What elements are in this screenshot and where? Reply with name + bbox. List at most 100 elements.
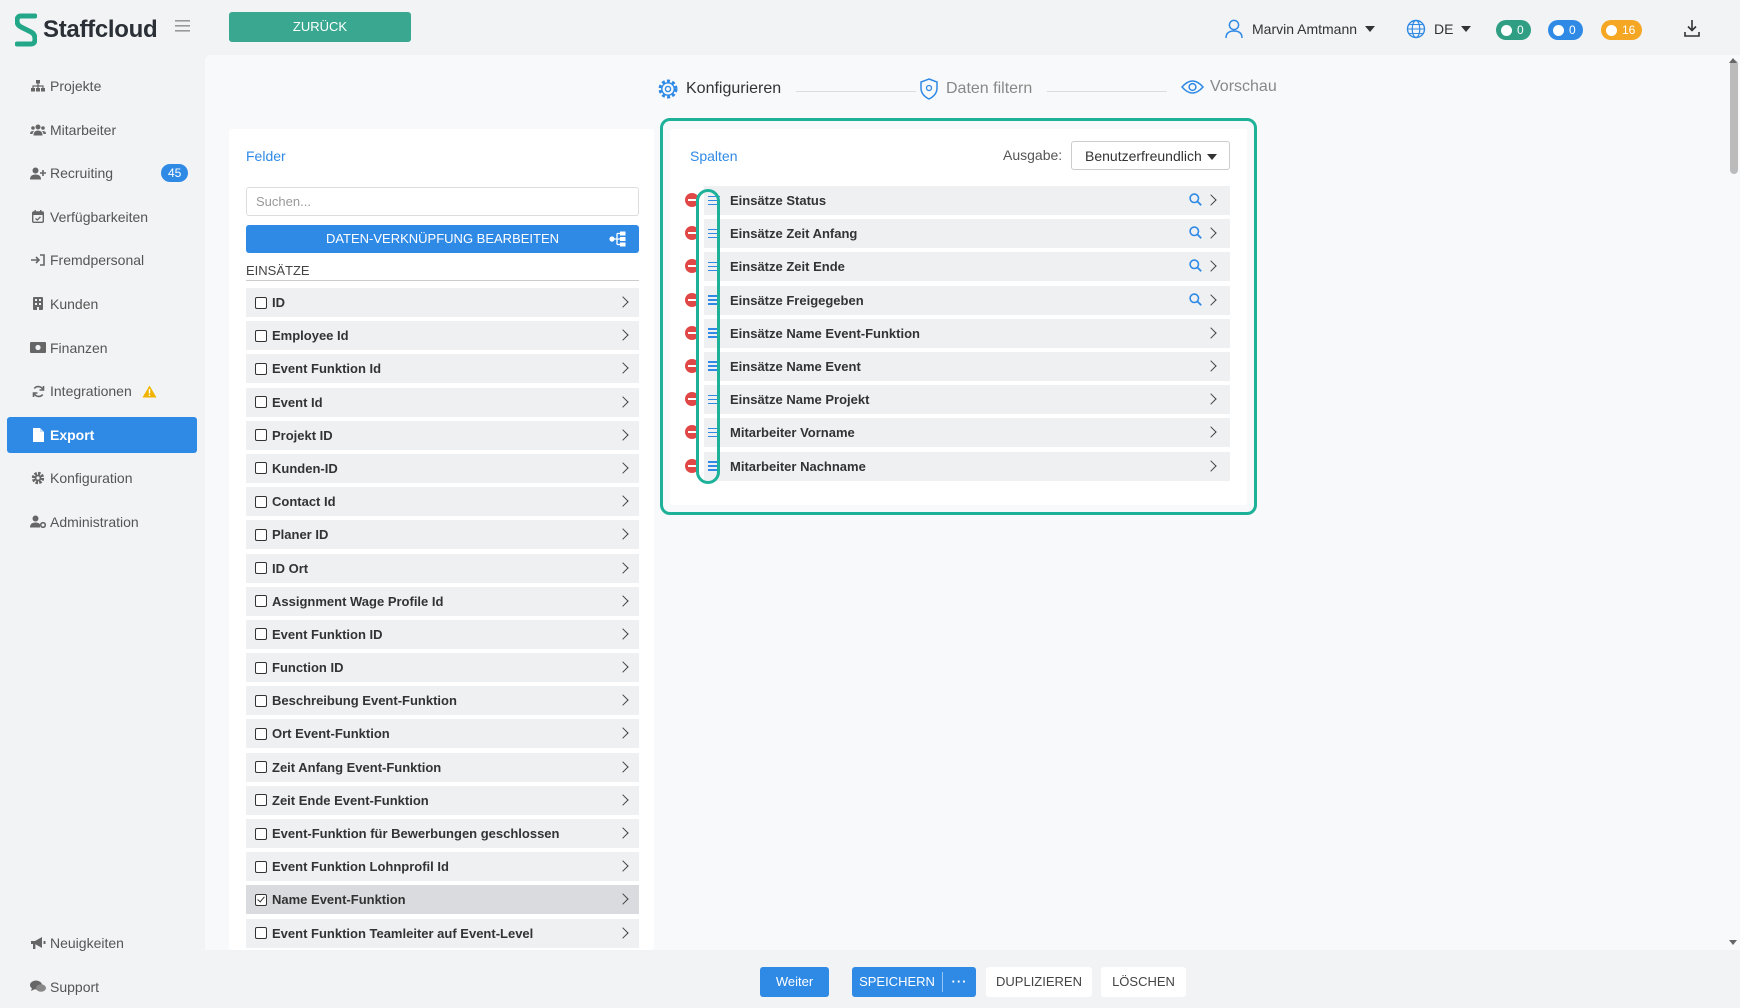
duplicate-button[interactable]: DUPLIZIEREN: [986, 967, 1092, 997]
chevron-right-icon[interactable]: [1205, 459, 1217, 472]
nav-item-support[interactable]: Support: [7, 969, 197, 1005]
nav-item-projekte[interactable]: Projekte: [7, 68, 197, 104]
column-label: Einsätze Name Event: [730, 358, 861, 374]
column-item[interactable]: Einsätze Name Event-Funktion: [704, 318, 1230, 348]
field-row[interactable]: Name Event-Funktion: [246, 885, 639, 915]
nav-item-recruiting[interactable]: Recruiting 45: [7, 155, 197, 191]
field-row[interactable]: Beschreibung Event-Funktion: [246, 686, 639, 716]
menu-toggle-icon[interactable]: [175, 20, 190, 32]
checkbox[interactable]: [255, 495, 267, 508]
checkbox[interactable]: [255, 893, 267, 906]
field-row[interactable]: Planer ID: [246, 520, 639, 550]
checkbox[interactable]: [255, 827, 267, 840]
field-row[interactable]: Event Funktion ID: [246, 619, 639, 649]
column-item[interactable]: Mitarbeiter Vorname: [704, 418, 1230, 448]
checkbox[interactable]: [255, 761, 267, 774]
nav-item-finanzen[interactable]: Finanzen: [7, 330, 197, 366]
field-row[interactable]: Zeit Anfang Event-Funktion: [246, 752, 639, 782]
app-logo[interactable]: Staffcloud: [15, 13, 158, 47]
nav-item-kunden[interactable]: Kunden: [7, 286, 197, 322]
search-icon[interactable]: [1189, 292, 1202, 306]
checkbox[interactable]: [255, 694, 267, 707]
field-row[interactable]: Event Id: [246, 387, 639, 417]
column-item[interactable]: Einsätze Zeit Anfang: [704, 219, 1230, 249]
checkbox[interactable]: [255, 562, 267, 574]
download-icon[interactable]: [1684, 20, 1700, 37]
nav-item-neuigkeiten[interactable]: Neuigkeiten: [7, 925, 197, 961]
checkbox[interactable]: [255, 860, 267, 873]
column-item[interactable]: Einsätze Freigegeben: [704, 285, 1230, 315]
chevron-right-icon[interactable]: [1205, 393, 1217, 405]
field-row[interactable]: Event-Funktion für Bewerbungen geschloss…: [246, 819, 639, 848]
checkbox[interactable]: [255, 595, 267, 608]
warnings-counter[interactable]: 16: [1601, 20, 1643, 40]
save-button[interactable]: SPEICHERN: [852, 967, 942, 997]
field-row[interactable]: Event Funktion Lohnprofil Id: [246, 852, 639, 882]
save-more-options-button[interactable]: ···: [943, 967, 976, 997]
search-icon[interactable]: [1189, 259, 1202, 273]
fields-search-input[interactable]: [246, 187, 639, 216]
column-item[interactable]: Einsätze Name Event: [704, 351, 1230, 381]
field-row[interactable]: Function ID: [246, 653, 639, 683]
search-icon[interactable]: [1189, 193, 1202, 206]
column-item[interactable]: Mitarbeiter Nachname: [704, 451, 1230, 481]
field-row[interactable]: Ort Event-Funktion: [246, 719, 639, 749]
checkbox[interactable]: [255, 794, 267, 807]
scrollbar[interactable]: [1730, 60, 1738, 945]
field-row[interactable]: Projekt ID: [246, 420, 639, 450]
nav-item-mitarbeiter[interactable]: Mitarbeiter: [7, 112, 197, 148]
edit-data-link-button[interactable]: DATEN-VERKNÜPFUNG BEARBEITEN: [246, 225, 639, 253]
back-button[interactable]: ZURÜCK: [229, 12, 411, 42]
scroll-up-arrow-icon[interactable]: [1729, 58, 1737, 63]
search-icon[interactable]: [1189, 226, 1202, 240]
field-row[interactable]: Assignment Wage Profile Id: [246, 586, 639, 616]
field-row[interactable]: Event Funktion Teamleiter auf Event-Leve…: [246, 918, 639, 948]
nav-item-konfiguration[interactable]: Konfiguration: [7, 460, 197, 496]
next-button[interactable]: Weiter: [760, 967, 829, 997]
field-row[interactable]: Contact Id: [246, 487, 639, 517]
step-daten-filtern[interactable]: Daten filtern: [920, 78, 1032, 100]
checkbox[interactable]: [255, 528, 267, 541]
checkbox[interactable]: [255, 628, 267, 641]
checkbox[interactable]: [255, 396, 267, 409]
user-menu[interactable]: Marvin Amtmann: [1225, 14, 1376, 44]
nav-item-verfuegbarkeiten[interactable]: Verfügbarkeiten: [7, 199, 197, 235]
checkbox[interactable]: [255, 362, 267, 375]
chevron-right-icon[interactable]: [1205, 227, 1217, 239]
checkbox[interactable]: [255, 661, 267, 674]
checkbox[interactable]: [255, 727, 267, 740]
scrollbar-thumb[interactable]: [1730, 60, 1738, 174]
chevron-right-icon[interactable]: [1205, 260, 1217, 273]
language-selector[interactable]: DE: [1406, 14, 1472, 44]
column-item[interactable]: Einsätze Name Projekt: [704, 385, 1230, 415]
step-vorschau[interactable]: Vorschau: [1181, 78, 1277, 96]
field-row[interactable]: ID: [246, 288, 639, 317]
column-item[interactable]: Einsätze Zeit Ende: [704, 252, 1230, 282]
chevron-right-icon[interactable]: [1205, 293, 1217, 306]
chevron-right-icon[interactable]: [1205, 360, 1217, 372]
checkbox[interactable]: [255, 927, 267, 940]
field-row[interactable]: Employee Id: [246, 321, 639, 351]
notifications-counter[interactable]: 0: [1548, 20, 1583, 40]
scroll-down-arrow-icon[interactable]: [1729, 940, 1737, 945]
nav-item-integrationen[interactable]: Integrationen: [7, 373, 197, 409]
field-row[interactable]: ID Ort: [246, 553, 639, 583]
column-item[interactable]: Einsätze Status: [704, 186, 1230, 215]
nav-item-fremdpersonal[interactable]: Fremdpersonal: [7, 242, 197, 278]
delete-button[interactable]: LÖSCHEN: [1101, 967, 1186, 997]
chevron-right-icon[interactable]: [1205, 327, 1217, 339]
chevron-right-icon[interactable]: [1205, 194, 1217, 206]
chevron-right-icon[interactable]: [1205, 426, 1217, 438]
messages-counter[interactable]: 0: [1496, 20, 1531, 40]
nav-item-administration[interactable]: Administration: [7, 504, 197, 540]
checkbox[interactable]: [255, 329, 267, 342]
checkbox[interactable]: [255, 462, 267, 475]
checkbox[interactable]: [255, 429, 267, 442]
field-row[interactable]: Zeit Ende Event-Funktion: [246, 785, 639, 815]
nav-item-export[interactable]: Export: [7, 416, 197, 453]
step-konfigurieren[interactable]: Konfigurieren: [657, 78, 781, 100]
checkbox[interactable]: [255, 296, 267, 309]
field-row[interactable]: Kunden-ID: [246, 453, 639, 483]
field-row[interactable]: Event Funktion Id: [246, 354, 639, 384]
output-format-select[interactable]: Benutzerfreundlich: [1071, 141, 1230, 170]
